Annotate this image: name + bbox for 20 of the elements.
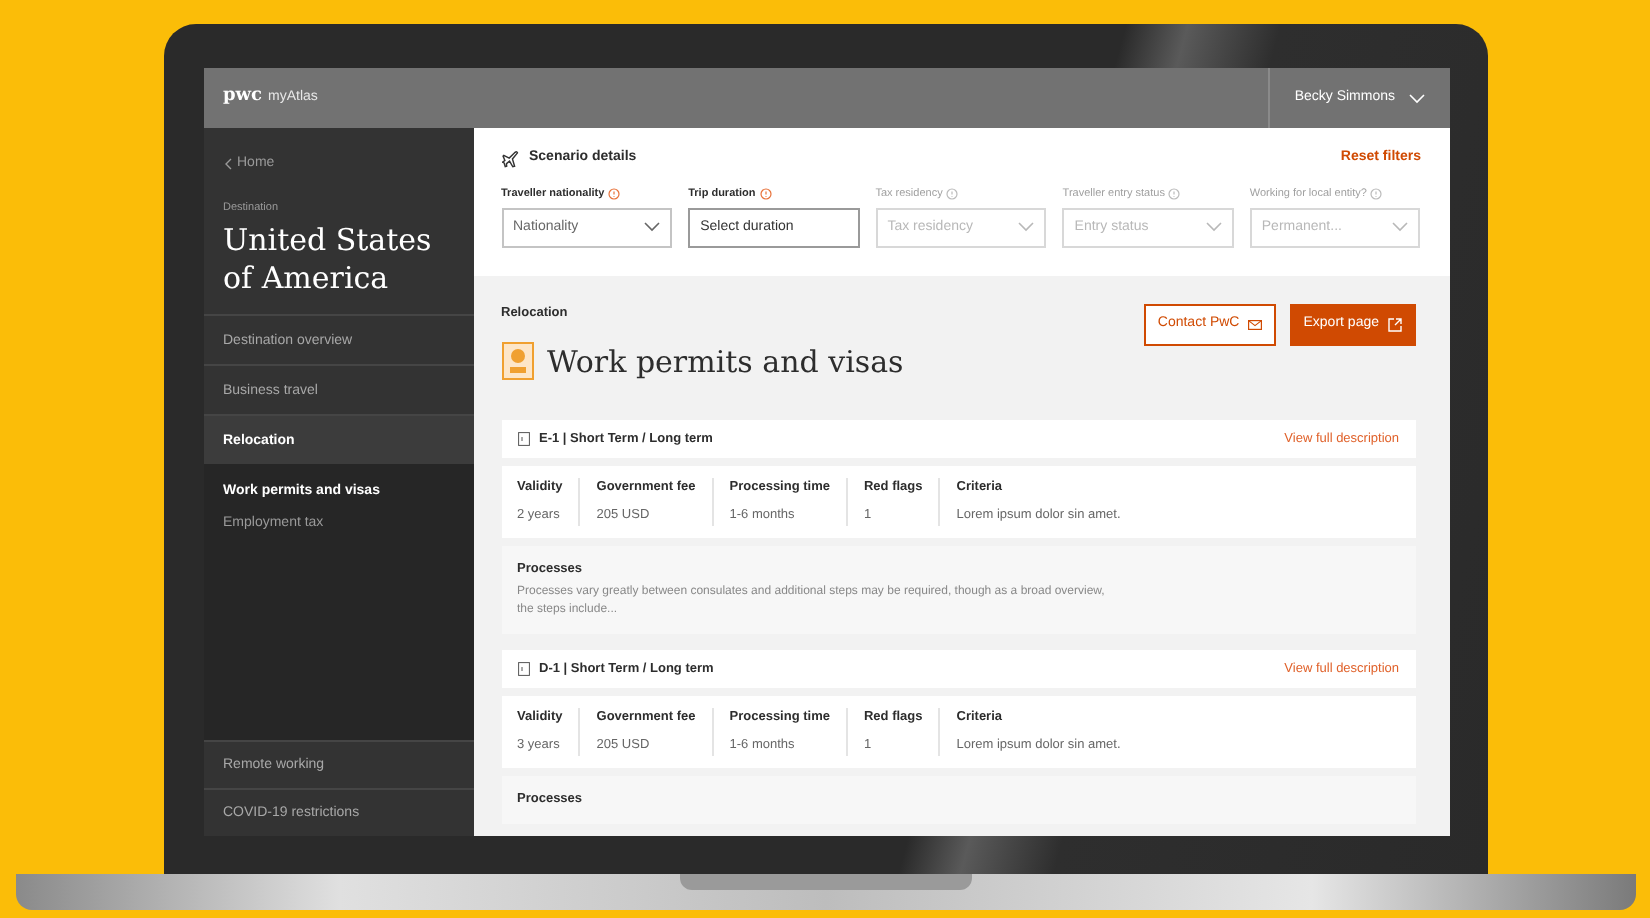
- info-icon: [1370, 187, 1383, 200]
- chevron-icon: [1407, 93, 1425, 103]
- info-icon: [946, 187, 959, 200]
- info-icon: [759, 187, 772, 200]
- page-title: Work permits and visas: [547, 341, 904, 383]
- document-icon: [517, 662, 529, 677]
- info-icon: [608, 187, 621, 200]
- passport-icon: [501, 342, 533, 381]
- document-icon: [517, 432, 529, 446]
- airplane-icon: [501, 149, 519, 168]
- logo: pwc: [223, 84, 263, 111]
- mail-icon: [1247, 319, 1262, 330]
- chevron-icon: [1018, 222, 1035, 233]
- chevron-icon: [1205, 222, 1222, 233]
- chevron-icon: [1392, 222, 1409, 233]
- info-icon: [1168, 187, 1181, 200]
- external-link-icon: [1387, 317, 1401, 332]
- destination-title: United States of America: [223, 221, 434, 298]
- chevron-icon: [644, 222, 661, 233]
- back-icon: [223, 158, 231, 171]
